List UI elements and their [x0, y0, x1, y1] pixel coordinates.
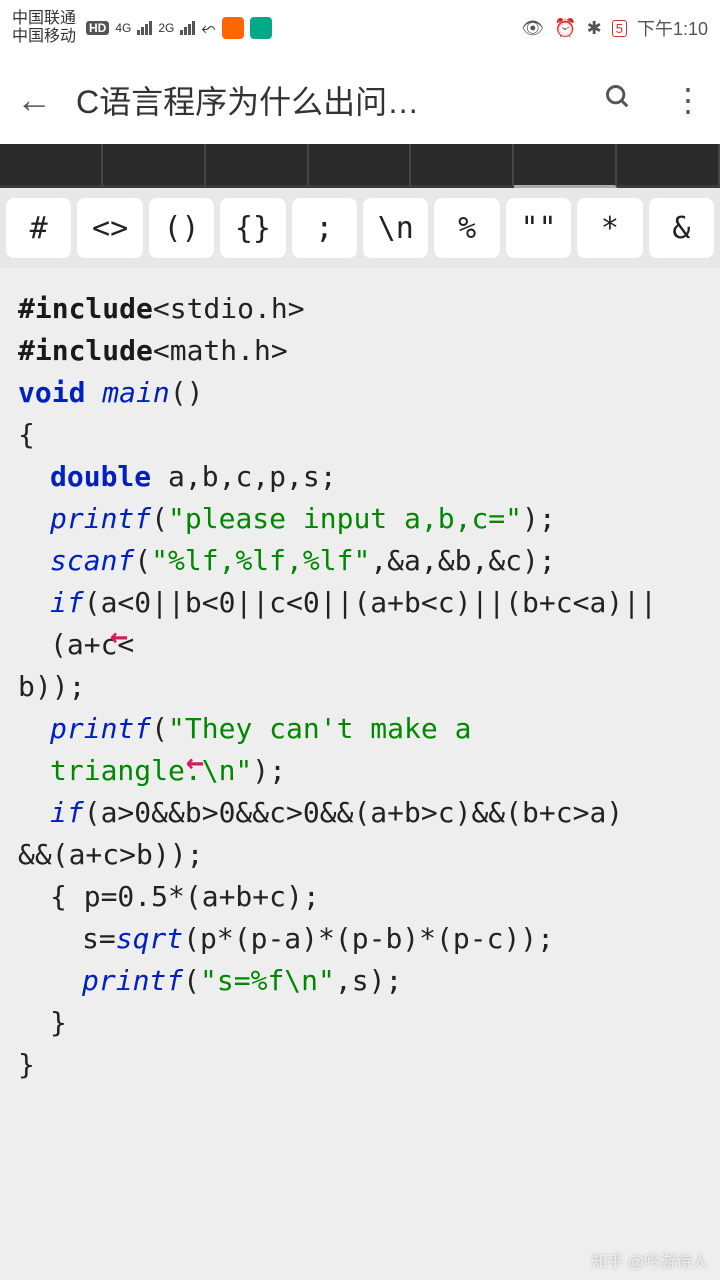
eye-icon: 👁 [521, 18, 544, 39]
bluetooth-icon: ✱ [587, 18, 602, 39]
editor-tabs [0, 144, 720, 188]
network-2g: 2G [158, 21, 174, 35]
symbol-toolbar: # <> () {} ; \n % "" * & [0, 188, 720, 268]
tab-7[interactable] [617, 144, 720, 188]
app-header: ← C语言程序为什么出问… ⋮ [0, 56, 720, 144]
more-menu-icon[interactable]: ⋮ [672, 81, 704, 119]
annotation-arrow-1: ← [110, 614, 128, 659]
carrier-1: 中国联通 [12, 10, 76, 28]
wifi-icon: ⬿ [201, 18, 215, 39]
symbol-hash[interactable]: # [6, 198, 71, 258]
code-editor[interactable]: #include<stdio.h> #include<math.h> void … [0, 268, 720, 1280]
symbol-semicolon[interactable]: ; [292, 198, 357, 258]
carrier-2: 中国移动 [12, 28, 76, 46]
page-title: C语言程序为什么出问… [76, 77, 580, 123]
battery-indicator: 5 [612, 20, 627, 37]
alarm-icon: ⏰ [554, 18, 576, 39]
tab-1[interactable] [0, 144, 103, 188]
symbol-quotes[interactable]: "" [506, 198, 571, 258]
search-icon[interactable] [604, 82, 632, 119]
signal-icon-2 [180, 21, 195, 35]
watermark: 知乎 @吟游诗人 [591, 1248, 708, 1272]
clock-time: 下午1:10 [637, 15, 708, 41]
tab-4[interactable] [309, 144, 412, 188]
network-4g: 4G [115, 21, 131, 35]
tab-5[interactable] [411, 144, 514, 188]
symbol-parens[interactable]: () [149, 198, 214, 258]
app-icon-orange [222, 17, 244, 39]
tab-3[interactable] [206, 144, 309, 188]
symbol-newline[interactable]: \n [363, 198, 428, 258]
tab-2[interactable] [103, 144, 206, 188]
symbol-braces[interactable]: {} [220, 198, 285, 258]
annotation-arrow-2: ← [186, 740, 204, 785]
hd-badge: HD [86, 21, 109, 35]
back-button[interactable]: ← [16, 79, 52, 121]
symbol-amp[interactable]: & [649, 198, 714, 258]
symbol-star[interactable]: * [577, 198, 642, 258]
tab-6[interactable] [514, 144, 617, 188]
app-icon-green [250, 17, 272, 39]
signal-icon [137, 21, 152, 35]
symbol-angle-brackets[interactable]: <> [77, 198, 142, 258]
symbol-percent[interactable]: % [434, 198, 499, 258]
status-bar: 中国联通 中国移动 HD 4G 2G ⬿ 👁 ⏰ ✱ 5 下午1:10 [0, 0, 720, 56]
